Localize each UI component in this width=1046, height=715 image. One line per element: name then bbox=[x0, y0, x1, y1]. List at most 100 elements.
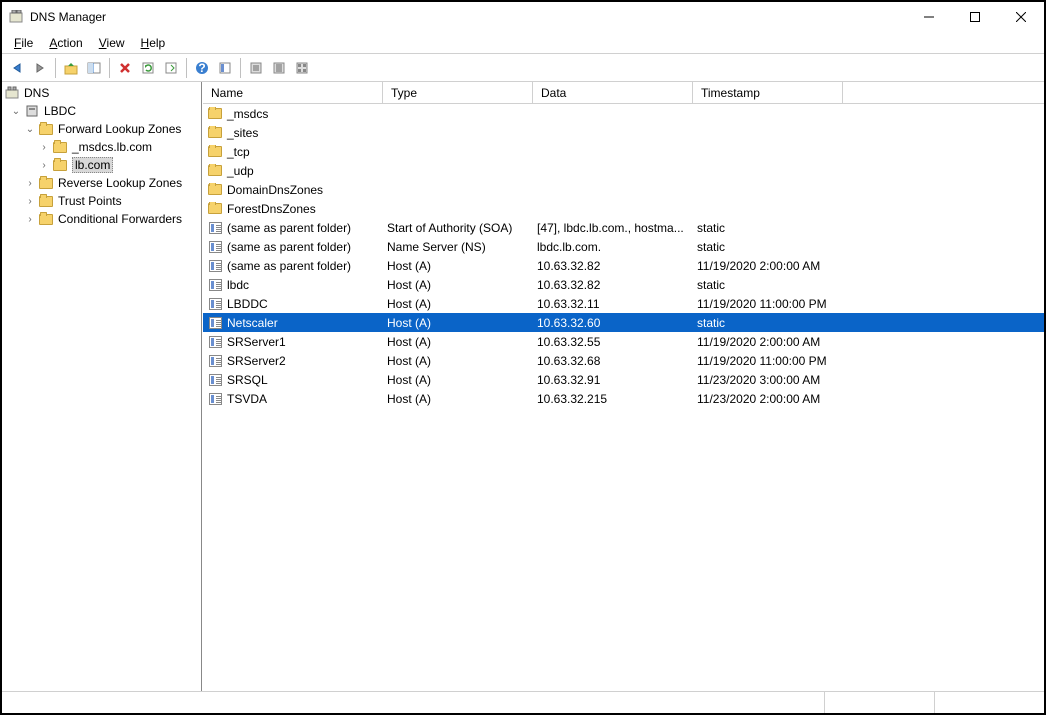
row-type: Name Server (NS) bbox=[383, 240, 533, 254]
row-timestamp: 11/19/2020 2:00:00 AM bbox=[693, 335, 893, 349]
row-timestamp: static bbox=[693, 316, 893, 330]
folder-icon bbox=[38, 212, 54, 226]
row-name: (same as parent folder) bbox=[227, 259, 351, 273]
col-timestamp[interactable]: Timestamp bbox=[693, 82, 843, 103]
tree-label: lb.com bbox=[72, 157, 113, 173]
dns-icon bbox=[4, 86, 20, 100]
expand-icon[interactable]: › bbox=[24, 196, 36, 207]
record-icon bbox=[207, 392, 223, 406]
list-row[interactable]: _msdcs bbox=[203, 104, 1044, 123]
collapse-icon[interactable]: ⌄ bbox=[24, 124, 36, 135]
list-button-3[interactable] bbox=[291, 57, 313, 79]
list-row[interactable]: ForestDnsZones bbox=[203, 199, 1044, 218]
folder-icon bbox=[38, 176, 54, 190]
tree-zone-msdcs[interactable]: › _msdcs.lb.com bbox=[2, 138, 201, 156]
list-row[interactable]: SRSQLHost (A)10.63.32.9111/23/2020 3:00:… bbox=[203, 370, 1044, 389]
row-data: 10.63.32.82 bbox=[533, 278, 693, 292]
tree-flz[interactable]: ⌄ Forward Lookup Zones bbox=[2, 120, 201, 138]
folder-icon bbox=[38, 122, 54, 136]
expand-icon[interactable]: › bbox=[38, 160, 50, 171]
minimize-button[interactable] bbox=[906, 3, 952, 31]
folder-icon bbox=[38, 194, 54, 208]
menu-bar: File Action View Help bbox=[2, 32, 1044, 54]
row-name: _tcp bbox=[227, 145, 250, 159]
row-timestamp: 11/19/2020 11:00:00 PM bbox=[693, 354, 893, 368]
help-button[interactable]: ? bbox=[191, 57, 213, 79]
list-row[interactable]: NetscalerHost (A)10.63.32.60static bbox=[203, 313, 1044, 332]
tree-rlz[interactable]: › Reverse Lookup Zones bbox=[2, 174, 201, 192]
delete-button[interactable] bbox=[114, 57, 136, 79]
list-row[interactable]: SRServer1Host (A)10.63.32.5511/19/2020 2… bbox=[203, 332, 1044, 351]
tree-label: Trust Points bbox=[58, 194, 122, 208]
col-name[interactable]: Name bbox=[203, 82, 383, 103]
tree-zone-lbcom[interactable]: › lb.com bbox=[2, 156, 201, 174]
row-name: TSVDA bbox=[227, 392, 267, 406]
row-timestamp: static bbox=[693, 240, 893, 254]
tree-cf[interactable]: › Conditional Forwarders bbox=[2, 210, 201, 228]
up-button[interactable] bbox=[60, 57, 82, 79]
list-row[interactable]: SRServer2Host (A)10.63.32.6811/19/2020 1… bbox=[203, 351, 1044, 370]
list-button-2[interactable] bbox=[268, 57, 290, 79]
row-timestamp: 11/19/2020 2:00:00 AM bbox=[693, 259, 893, 273]
title-text: DNS Manager bbox=[30, 10, 906, 24]
row-type: Host (A) bbox=[383, 316, 533, 330]
list-header: Name Type Data Timestamp bbox=[203, 82, 1044, 104]
list-row[interactable]: lbdcHost (A)10.63.32.82static bbox=[203, 275, 1044, 294]
refresh-button[interactable] bbox=[137, 57, 159, 79]
expand-icon[interactable]: › bbox=[24, 214, 36, 225]
row-name: Netscaler bbox=[227, 316, 278, 330]
list-body[interactable]: _msdcs _sites _tcp _udpDomainDnsZones Forest… bbox=[203, 104, 1044, 691]
list-row[interactable]: (same as parent folder)Host (A)10.63.32.… bbox=[203, 256, 1044, 275]
row-timestamp: static bbox=[693, 221, 893, 235]
list-row[interactable]: LBDDCHost (A)10.63.32.1111/19/2020 11:00… bbox=[203, 294, 1044, 313]
menu-file[interactable]: File bbox=[6, 34, 41, 52]
toolbar: ? bbox=[2, 54, 1044, 82]
row-type: Host (A) bbox=[383, 297, 533, 311]
row-data: 10.63.32.55 bbox=[533, 335, 693, 349]
back-button[interactable] bbox=[6, 57, 28, 79]
maximize-button[interactable] bbox=[952, 3, 998, 31]
row-name: SRSQL bbox=[227, 373, 268, 387]
row-type: Start of Authority (SOA) bbox=[383, 221, 533, 235]
col-data[interactable]: Data bbox=[533, 82, 693, 103]
col-type[interactable]: Type bbox=[383, 82, 533, 103]
folder-icon bbox=[207, 107, 223, 121]
expand-icon[interactable]: › bbox=[24, 178, 36, 189]
expand-icon[interactable]: › bbox=[38, 142, 50, 153]
collapse-icon[interactable]: ⌄ bbox=[10, 106, 22, 117]
new-record-button[interactable] bbox=[214, 57, 236, 79]
folder-icon bbox=[52, 158, 68, 172]
row-name: ForestDnsZones bbox=[227, 202, 316, 216]
export-button[interactable] bbox=[160, 57, 182, 79]
row-data: 10.63.32.68 bbox=[533, 354, 693, 368]
list-row[interactable]: DomainDnsZones bbox=[203, 180, 1044, 199]
tree-root-dns[interactable]: DNS bbox=[2, 84, 201, 102]
tree-label: DNS bbox=[24, 86, 49, 100]
list-row[interactable]: _tcp bbox=[203, 142, 1044, 161]
menu-action[interactable]: Action bbox=[41, 34, 90, 52]
record-icon bbox=[207, 373, 223, 387]
menu-view[interactable]: View bbox=[91, 34, 133, 52]
row-name: (same as parent folder) bbox=[227, 221, 351, 235]
list-button-1[interactable] bbox=[245, 57, 267, 79]
tree-label: _msdcs.lb.com bbox=[72, 140, 152, 154]
tree-tp[interactable]: › Trust Points bbox=[2, 192, 201, 210]
status-bar bbox=[2, 691, 1044, 713]
forward-button[interactable] bbox=[29, 57, 51, 79]
tree-label: Conditional Forwarders bbox=[58, 212, 182, 226]
menu-help[interactable]: Help bbox=[133, 34, 174, 52]
tree-label: Reverse Lookup Zones bbox=[58, 176, 182, 190]
tree-pane[interactable]: DNS ⌄ LBDC ⌄ Forward Lookup Zones › _msd… bbox=[2, 82, 202, 691]
show-hide-button[interactable] bbox=[83, 57, 105, 79]
title-bar: DNS Manager bbox=[2, 2, 1044, 32]
list-row[interactable]: (same as parent folder) Start of Authorit… bbox=[203, 218, 1044, 237]
row-timestamp: 11/23/2020 3:00:00 AM bbox=[693, 373, 893, 387]
list-row[interactable]: _udp bbox=[203, 161, 1044, 180]
list-row[interactable]: (same as parent folder)Name Server (NS)l… bbox=[203, 237, 1044, 256]
row-name: SRServer1 bbox=[227, 335, 286, 349]
list-row[interactable]: TSVDAHost (A)10.63.32.21511/23/2020 2:00… bbox=[203, 389, 1044, 408]
tree-server[interactable]: ⌄ LBDC bbox=[2, 102, 201, 120]
close-button[interactable] bbox=[998, 3, 1044, 31]
row-name: _sites bbox=[227, 126, 258, 140]
list-row[interactable]: _sites bbox=[203, 123, 1044, 142]
